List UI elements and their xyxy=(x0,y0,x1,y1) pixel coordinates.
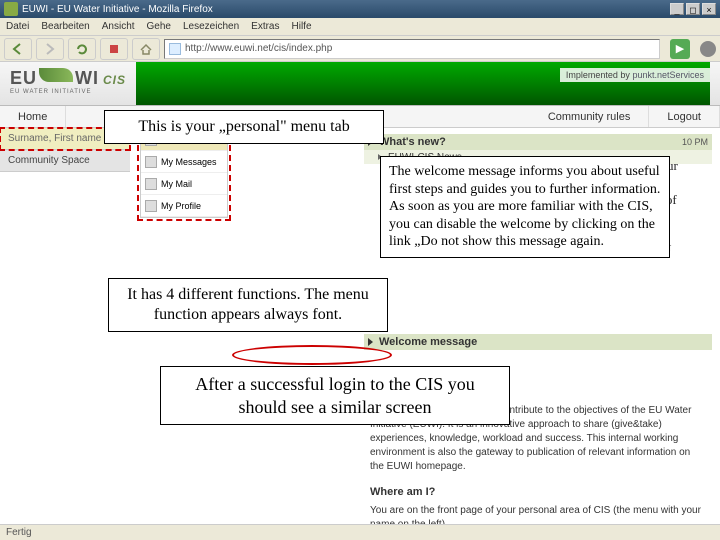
callout-functions: It has 4 different functions. The menu f… xyxy=(108,278,388,332)
nav-home[interactable]: Home xyxy=(0,106,66,127)
home-button[interactable] xyxy=(132,38,160,60)
maximize-button[interactable]: ◻ xyxy=(686,3,700,15)
status-text: Fertig xyxy=(6,527,32,538)
browser-toolbar: http://www.euwi.net/cis/index.php ▶ xyxy=(0,36,720,62)
menu-ansicht[interactable]: Ansicht xyxy=(102,21,135,32)
back-button[interactable] xyxy=(4,38,32,60)
menu-extras[interactable]: Extras xyxy=(251,21,279,32)
url-text: http://www.euwi.net/cis/index.php xyxy=(185,43,332,54)
submenu-my-profile[interactable]: My Profile xyxy=(141,195,227,217)
callout-welcome-message: The welcome message informs you about us… xyxy=(380,156,670,258)
menu-bearbeiten[interactable]: Bearbeiten xyxy=(41,21,89,32)
window-title: EUWI - EU Water Initiative - Mozilla Fir… xyxy=(22,4,213,15)
mail-icon xyxy=(145,178,157,190)
submenu-my-messages[interactable]: My Messages xyxy=(141,151,227,173)
minimize-button[interactable]: _ xyxy=(670,3,684,15)
left-column: Surname, First name Community Space xyxy=(0,128,130,540)
section-welcome[interactable]: Welcome message xyxy=(364,334,712,350)
forward-button[interactable] xyxy=(36,38,64,60)
nav-logout[interactable]: Logout xyxy=(649,106,720,127)
settings-icon[interactable] xyxy=(700,41,716,57)
site-sublogo: EU WATER INITIATIVE xyxy=(10,89,126,95)
app-icon xyxy=(4,2,18,16)
window-controls: _ ◻ × xyxy=(670,3,716,15)
stop-button[interactable] xyxy=(100,38,128,60)
window-titlebar: EUWI - EU Water Initiative - Mozilla Fir… xyxy=(0,0,720,18)
profile-icon xyxy=(145,200,157,212)
expand-icon xyxy=(368,338,373,346)
nav-community-rules[interactable]: Community rules xyxy=(530,106,650,127)
browser-menubar: Datei Bearbeiten Ansicht Gehe Lesezeiche… xyxy=(0,18,720,36)
close-button[interactable]: × xyxy=(702,3,716,15)
implemented-by: Implemented by punkt.netServices xyxy=(560,68,710,82)
where-am-i-heading: Where am I? xyxy=(370,486,712,498)
menu-lesezeichen[interactable]: Lesezeichen xyxy=(183,21,239,32)
menu-hilfe[interactable]: Hilfe xyxy=(292,21,312,32)
callout-personal-tab: This is your „personal" menu tab xyxy=(104,110,384,144)
browser-statusbar: Fertig xyxy=(0,524,720,540)
tab-community-space[interactable]: Community Space xyxy=(0,150,130,172)
go-button[interactable]: ▶ xyxy=(670,39,690,59)
section-whats-new[interactable]: What's new? 10 PM xyxy=(364,134,712,150)
url-input[interactable]: http://www.euwi.net/cis/index.php xyxy=(164,39,660,59)
messages-icon xyxy=(145,156,157,168)
reload-button[interactable] xyxy=(68,38,96,60)
menu-gehe[interactable]: Gehe xyxy=(147,21,171,32)
menu-datei[interactable]: Datei xyxy=(6,21,29,32)
callout-login: After a successful login to the CIS you … xyxy=(160,366,510,425)
submenu-my-mail[interactable]: My Mail xyxy=(141,173,227,195)
site-logo: EUWICIS xyxy=(10,68,126,89)
implemented-link[interactable]: punkt.netServices xyxy=(632,70,704,80)
page-icon xyxy=(169,43,181,55)
site-banner: EUWICIS EU WATER INITIATIVE Implemented … xyxy=(0,62,720,106)
